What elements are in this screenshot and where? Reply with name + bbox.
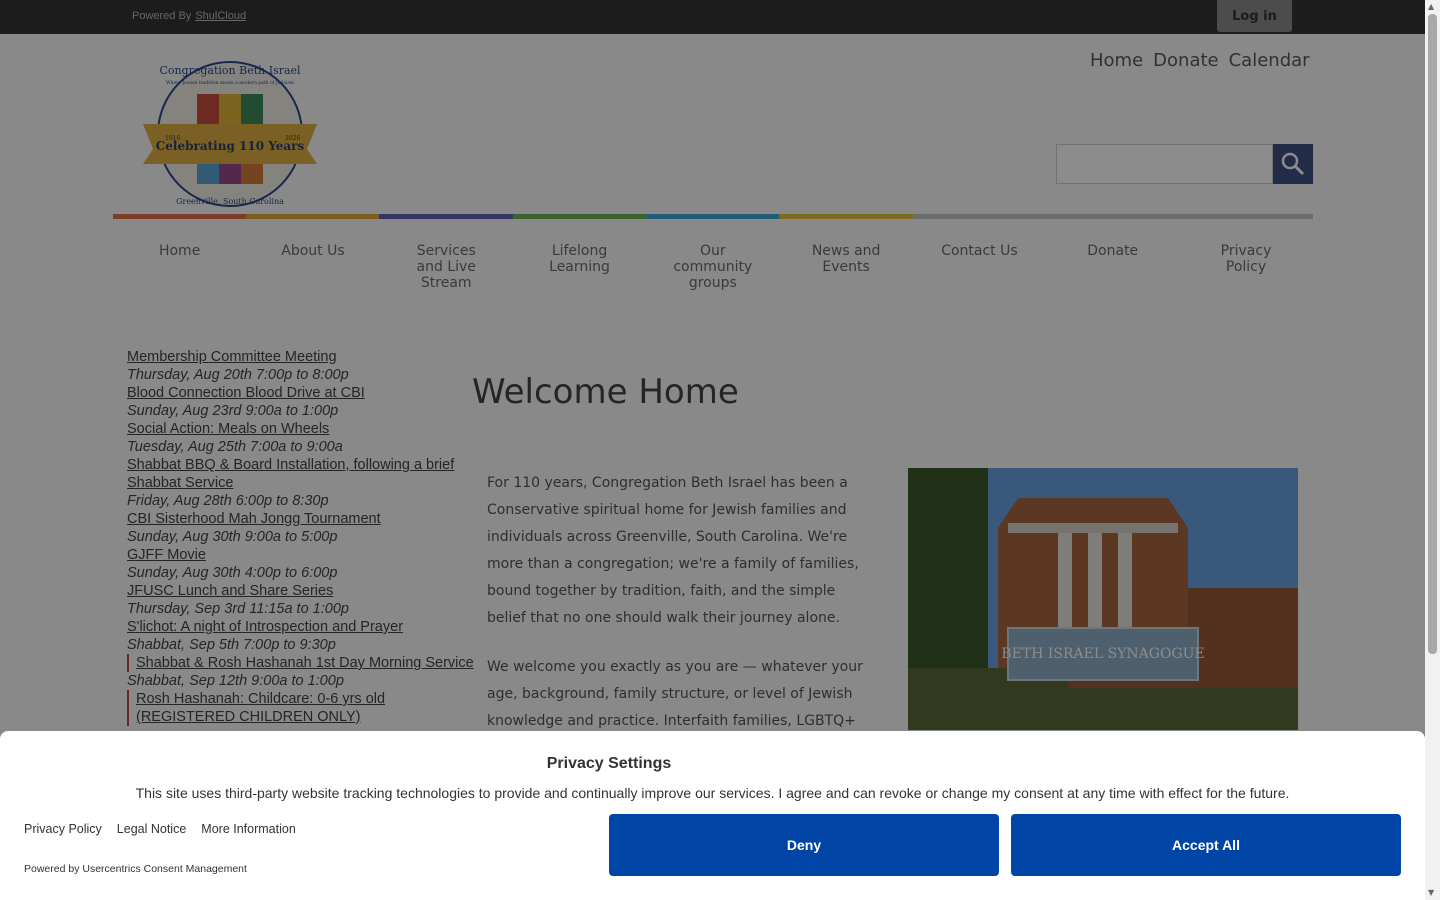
scroll-up-arrow-icon[interactable]: ▲ bbox=[1428, 2, 1434, 11]
consent-powered-by: Powered by Usercentrics Consent Manageme… bbox=[24, 863, 247, 875]
legal-notice-link[interactable]: Legal Notice bbox=[117, 822, 187, 836]
deny-button[interactable]: Deny bbox=[609, 814, 999, 876]
page-scrollbar[interactable]: ▲ ▼ bbox=[1425, 0, 1440, 900]
scrollbar-thumb[interactable] bbox=[1428, 14, 1437, 654]
consent-title: Privacy Settings bbox=[546, 755, 672, 772]
more-information-link[interactable]: More Information bbox=[201, 822, 295, 836]
consent-links: Privacy Policy Legal Notice More Informa… bbox=[24, 822, 296, 836]
privacy-policy-link[interactable]: Privacy Policy bbox=[24, 822, 102, 836]
privacy-consent-banner: Privacy Settings This site uses third-pa… bbox=[0, 731, 1425, 900]
scroll-down-arrow-icon[interactable]: ▼ bbox=[1428, 888, 1434, 897]
consent-description: This site uses third-party website track… bbox=[135, 785, 1290, 801]
accept-all-button[interactable]: Accept All bbox=[1011, 814, 1401, 876]
